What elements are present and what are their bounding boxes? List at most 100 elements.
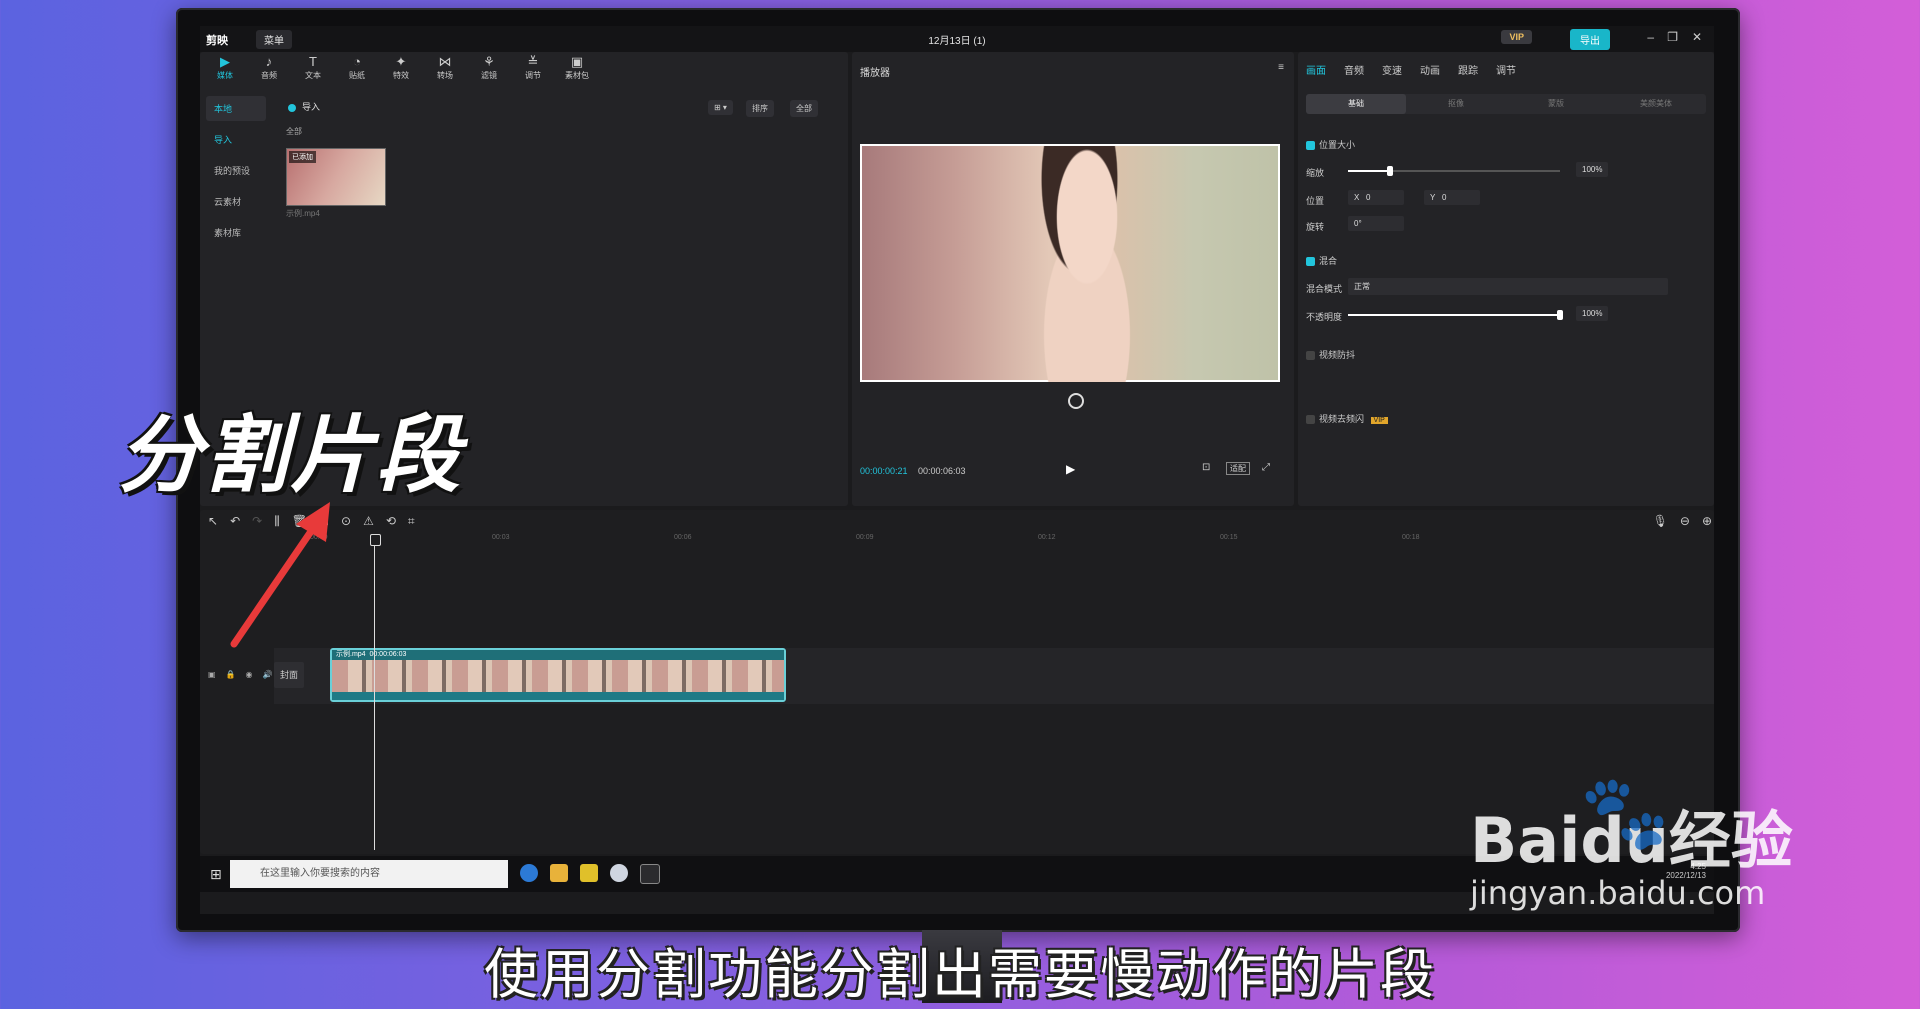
scale-slider[interactable]	[1348, 166, 1560, 176]
select-tool-icon[interactable]: ↖	[208, 514, 218, 528]
media-filename: 示例.mp4	[286, 209, 320, 218]
scale-knob[interactable]	[1387, 166, 1394, 176]
tool-audio[interactable]: ♪ 音频	[254, 54, 284, 88]
crop-icon[interactable]: ⌗	[408, 514, 415, 529]
scale-label: 缩放	[1306, 168, 1325, 178]
ruler-tick: 00:09	[856, 534, 874, 541]
blend-mode-select[interactable]: 正常	[1348, 278, 1668, 295]
deflicker-toggle[interactable]: 视频去频闪 VIP	[1306, 412, 1388, 425]
capcut-icon[interactable]	[640, 864, 660, 884]
tool-package[interactable]: ▣ 素材包	[562, 54, 592, 88]
media-thumbnail[interactable]: 已添加	[286, 148, 386, 206]
tab-animation[interactable]: 动画	[1420, 62, 1440, 77]
tool-effects[interactable]: ✦ 特效	[386, 54, 416, 88]
watermark-sub: jingyan.baidu.com	[1470, 874, 1766, 912]
position-x-input[interactable]: X 0	[1348, 190, 1404, 205]
volume-icon[interactable]: 🔊	[263, 670, 273, 679]
checkbox-icon	[1306, 415, 1315, 425]
stabilize-toggle[interactable]: 视频防抖	[1306, 348, 1355, 361]
taskbar-search[interactable]: 在这里输入你要搜索的内容	[230, 860, 508, 888]
preview-subject	[1012, 146, 1162, 382]
zoom-out-icon[interactable]: ⊖	[1680, 514, 1690, 528]
subtab-mask[interactable]: 蒙版	[1506, 94, 1606, 114]
rotate-input[interactable]: 0°	[1348, 216, 1404, 231]
subtab-keying[interactable]: 抠像	[1406, 94, 1506, 114]
baidu-paw-icon: 🐾	[1580, 770, 1670, 854]
tool-media[interactable]: ▶ 媒体	[210, 54, 240, 88]
sidebar-item-local[interactable]: 本地	[206, 96, 266, 121]
sidebar-item-import[interactable]: 导入	[206, 127, 266, 152]
folder-icon[interactable]	[550, 864, 568, 882]
tab-adjust[interactable]: 调节	[1496, 62, 1516, 77]
import-button[interactable]: 导入	[288, 100, 320, 113]
app-icon[interactable]	[580, 864, 598, 882]
overlay-title: 分割片段	[118, 406, 463, 504]
sidebar-item-library[interactable]: 素材库	[206, 220, 266, 245]
export-button[interactable]: 导出	[1570, 29, 1610, 50]
track-hide-icon[interactable]: ▣	[208, 670, 216, 679]
minimize-icon[interactable]: –	[1647, 30, 1654, 44]
sticker-icon: ◔	[353, 54, 361, 69]
opacity-slider[interactable]	[1348, 310, 1563, 320]
title-bar: 剪映 菜单 12月13日 (1) VIP 导出 – ❐ ✕	[200, 26, 1714, 52]
tool-adjust[interactable]: ≚ 调节	[518, 54, 548, 88]
close-icon[interactable]: ✕	[1692, 30, 1702, 44]
subtab-basic[interactable]: 基础	[1306, 94, 1406, 114]
video-preview[interactable]	[860, 144, 1280, 382]
rotate-clip-icon[interactable]: ⟲	[386, 514, 396, 528]
player-title: 播放器	[860, 68, 890, 79]
video-clip[interactable]: 示例.mp4 00:00:06:03	[330, 648, 786, 702]
timeline-toolbar: ↖ ↶ ↷ ⫼ 🗑 ⊡ ⊙ ⚠ ⟲ ⌗ 🎙 ⊖ ⊕	[200, 510, 1714, 532]
baidu-watermark: 🐾 Baidu经验 jingyan.baidu.com	[1470, 770, 1793, 912]
rotate-icon[interactable]	[1068, 393, 1084, 409]
position-y-input[interactable]: Y 0	[1424, 190, 1480, 205]
tool-filter[interactable]: ⚘ 滤镜	[474, 54, 504, 88]
pointer-arrow	[230, 502, 330, 648]
tab-audio[interactable]: 音频	[1344, 62, 1364, 77]
ruler-tick: 00:03	[492, 534, 510, 541]
ruler-tick: 00:18	[1402, 534, 1420, 541]
filter-button[interactable]: 全部	[790, 100, 818, 117]
edge-icon[interactable]	[520, 864, 538, 882]
opacity-value[interactable]: 100%	[1576, 306, 1609, 321]
chat-icon[interactable]	[610, 864, 628, 882]
opacity-knob[interactable]	[1557, 310, 1563, 320]
fullscreen-icon[interactable]: ⤢	[1262, 462, 1270, 473]
lock-icon[interactable]: 🔒	[226, 670, 236, 679]
filter-icon: ⚘	[483, 54, 495, 69]
tool-text[interactable]: T 文本	[298, 54, 328, 88]
menu-icon[interactable]: ≡	[1278, 62, 1284, 73]
document-title: 12月13日 (1)	[928, 36, 986, 47]
caption-subtitle: 使用分割功能分割出需要慢动作的片段	[484, 943, 1436, 1006]
tool-transition[interactable]: ⋈ 转场	[430, 54, 460, 88]
tab-picture[interactable]: 画面	[1306, 62, 1326, 77]
tab-tracking[interactable]: 跟踪	[1458, 62, 1478, 77]
windows-start-icon[interactable]: ⊞	[210, 866, 222, 883]
checkbox-icon	[1306, 141, 1315, 151]
mirror-icon[interactable]: ⚠	[363, 514, 374, 528]
tab-speed[interactable]: 变速	[1382, 62, 1402, 77]
play-icon[interactable]: ▶	[1066, 462, 1075, 476]
view-toggle[interactable]: ⊞ ▾	[708, 100, 733, 115]
sidebar-item-cloud[interactable]: 云素材	[206, 189, 266, 214]
effects-icon: ✦	[395, 54, 407, 69]
zoom-in-icon[interactable]: ⊕	[1702, 514, 1712, 528]
ratio-button[interactable]: 适配	[1226, 462, 1250, 475]
attributes-panel: 画面 音频 变速 动画 跟踪 调节 基础 抠像 蒙版 美颜美体 位置大小 缩放 …	[1298, 52, 1714, 506]
cover-button[interactable]: 封面	[274, 662, 304, 688]
media-icon: ▶	[220, 54, 230, 69]
subtab-beauty[interactable]: 美颜美体	[1606, 94, 1706, 114]
position-size-toggle[interactable]: 位置大小	[1306, 138, 1355, 151]
sidebar-item-presets[interactable]: 我的预设	[206, 158, 266, 183]
eye-icon[interactable]: ◉	[246, 670, 253, 679]
screenshot-icon[interactable]: ⊡	[1202, 462, 1210, 473]
tool-sticker[interactable]: ◔ 贴纸	[342, 54, 372, 88]
playhead[interactable]	[370, 534, 381, 850]
scale-value[interactable]: 100%	[1576, 162, 1609, 177]
mic-icon[interactable]: 🎙	[1653, 514, 1668, 528]
maximize-icon[interactable]: ❐	[1667, 30, 1678, 44]
blend-toggle[interactable]: 混合	[1306, 254, 1337, 267]
playhead-handle[interactable]	[370, 534, 381, 546]
vip-badge[interactable]: VIP	[1501, 30, 1532, 44]
sort-button[interactable]: 排序	[746, 100, 774, 117]
